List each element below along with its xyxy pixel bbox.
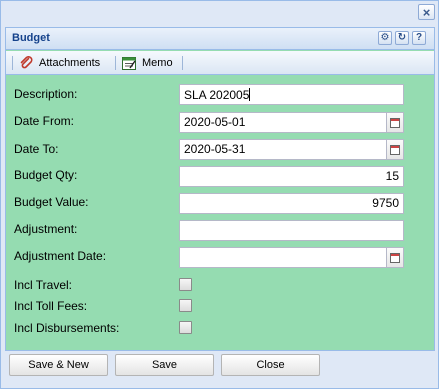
- toolbar-separator: [115, 56, 116, 70]
- panel-toolbar: Attachments Memo: [6, 51, 434, 75]
- date-to-field[interactable]: 2020-05-31: [179, 139, 387, 160]
- budget-value-field[interactable]: 9750: [179, 193, 404, 214]
- incl-toll-fees-label: Incl Toll Fees:: [14, 299, 88, 313]
- refresh-icon[interactable]: ↻: [395, 31, 409, 45]
- calendar-icon: [390, 145, 400, 155]
- toolbar-separator: [182, 56, 183, 70]
- incl-disbursements-checkbox[interactable]: [179, 321, 192, 334]
- gear-icon[interactable]: ⚙: [378, 31, 392, 45]
- adjustment-field[interactable]: [179, 220, 404, 241]
- budget-value-label: Budget Value:: [14, 195, 89, 209]
- description-field[interactable]: SLA 202005: [179, 84, 404, 105]
- panel-header: Budget ⚙ ↻ ?: [6, 28, 434, 50]
- calendar-icon: [390, 253, 400, 263]
- save-button[interactable]: Save: [115, 354, 214, 376]
- adjustment-date-picker[interactable]: [387, 247, 404, 268]
- incl-travel-label: Incl Travel:: [14, 278, 73, 292]
- adjustment-label: Adjustment:: [14, 222, 78, 236]
- memo-label: Memo: [142, 57, 173, 69]
- date-from-field[interactable]: 2020-05-01: [179, 112, 387, 133]
- budget-panel: Budget ⚙ ↻ ? Attachments Memo Descriptio…: [5, 27, 435, 351]
- paperclip-icon: [20, 56, 33, 69]
- adjustment-date-field[interactable]: [179, 247, 387, 268]
- save-new-button[interactable]: Save & New: [9, 354, 108, 376]
- text-caret: [249, 88, 251, 101]
- help-icon[interactable]: ?: [412, 31, 426, 45]
- button-bar: Save & New Save Close: [1, 351, 438, 388]
- toolbar-separator: [12, 56, 13, 70]
- attachments-label: Attachments: [39, 57, 101, 69]
- panel-title: Budget: [12, 32, 50, 44]
- window-close-icon[interactable]: ×: [418, 4, 435, 20]
- attachments-button[interactable]: Attachments: [18, 54, 100, 72]
- description-label: Description:: [14, 87, 78, 101]
- date-to-label: Date To:: [14, 142, 59, 156]
- date-from-label: Date From:: [14, 114, 75, 128]
- incl-disbursements-label: Incl Disbursements:: [14, 321, 120, 335]
- budget-form: Description: SLA 202005 Date From: 2020-…: [6, 76, 434, 351]
- adjustment-date-label: Adjustment Date:: [14, 249, 107, 263]
- budget-window: × Budget ⚙ ↻ ? Attachments Memo Descript…: [0, 0, 439, 389]
- budget-qty-field[interactable]: 15: [179, 166, 404, 187]
- description-value: SLA 202005: [184, 88, 250, 102]
- date-from-picker[interactable]: [387, 112, 404, 133]
- incl-toll-fees-checkbox[interactable]: [179, 299, 192, 312]
- date-to-picker[interactable]: [387, 139, 404, 160]
- memo-button[interactable]: Memo: [121, 54, 173, 72]
- calendar-icon: [390, 118, 400, 128]
- close-button[interactable]: Close: [221, 354, 320, 376]
- budget-qty-label: Budget Qty:: [14, 168, 78, 182]
- incl-travel-checkbox[interactable]: [179, 278, 192, 291]
- notepad-icon: [122, 57, 136, 70]
